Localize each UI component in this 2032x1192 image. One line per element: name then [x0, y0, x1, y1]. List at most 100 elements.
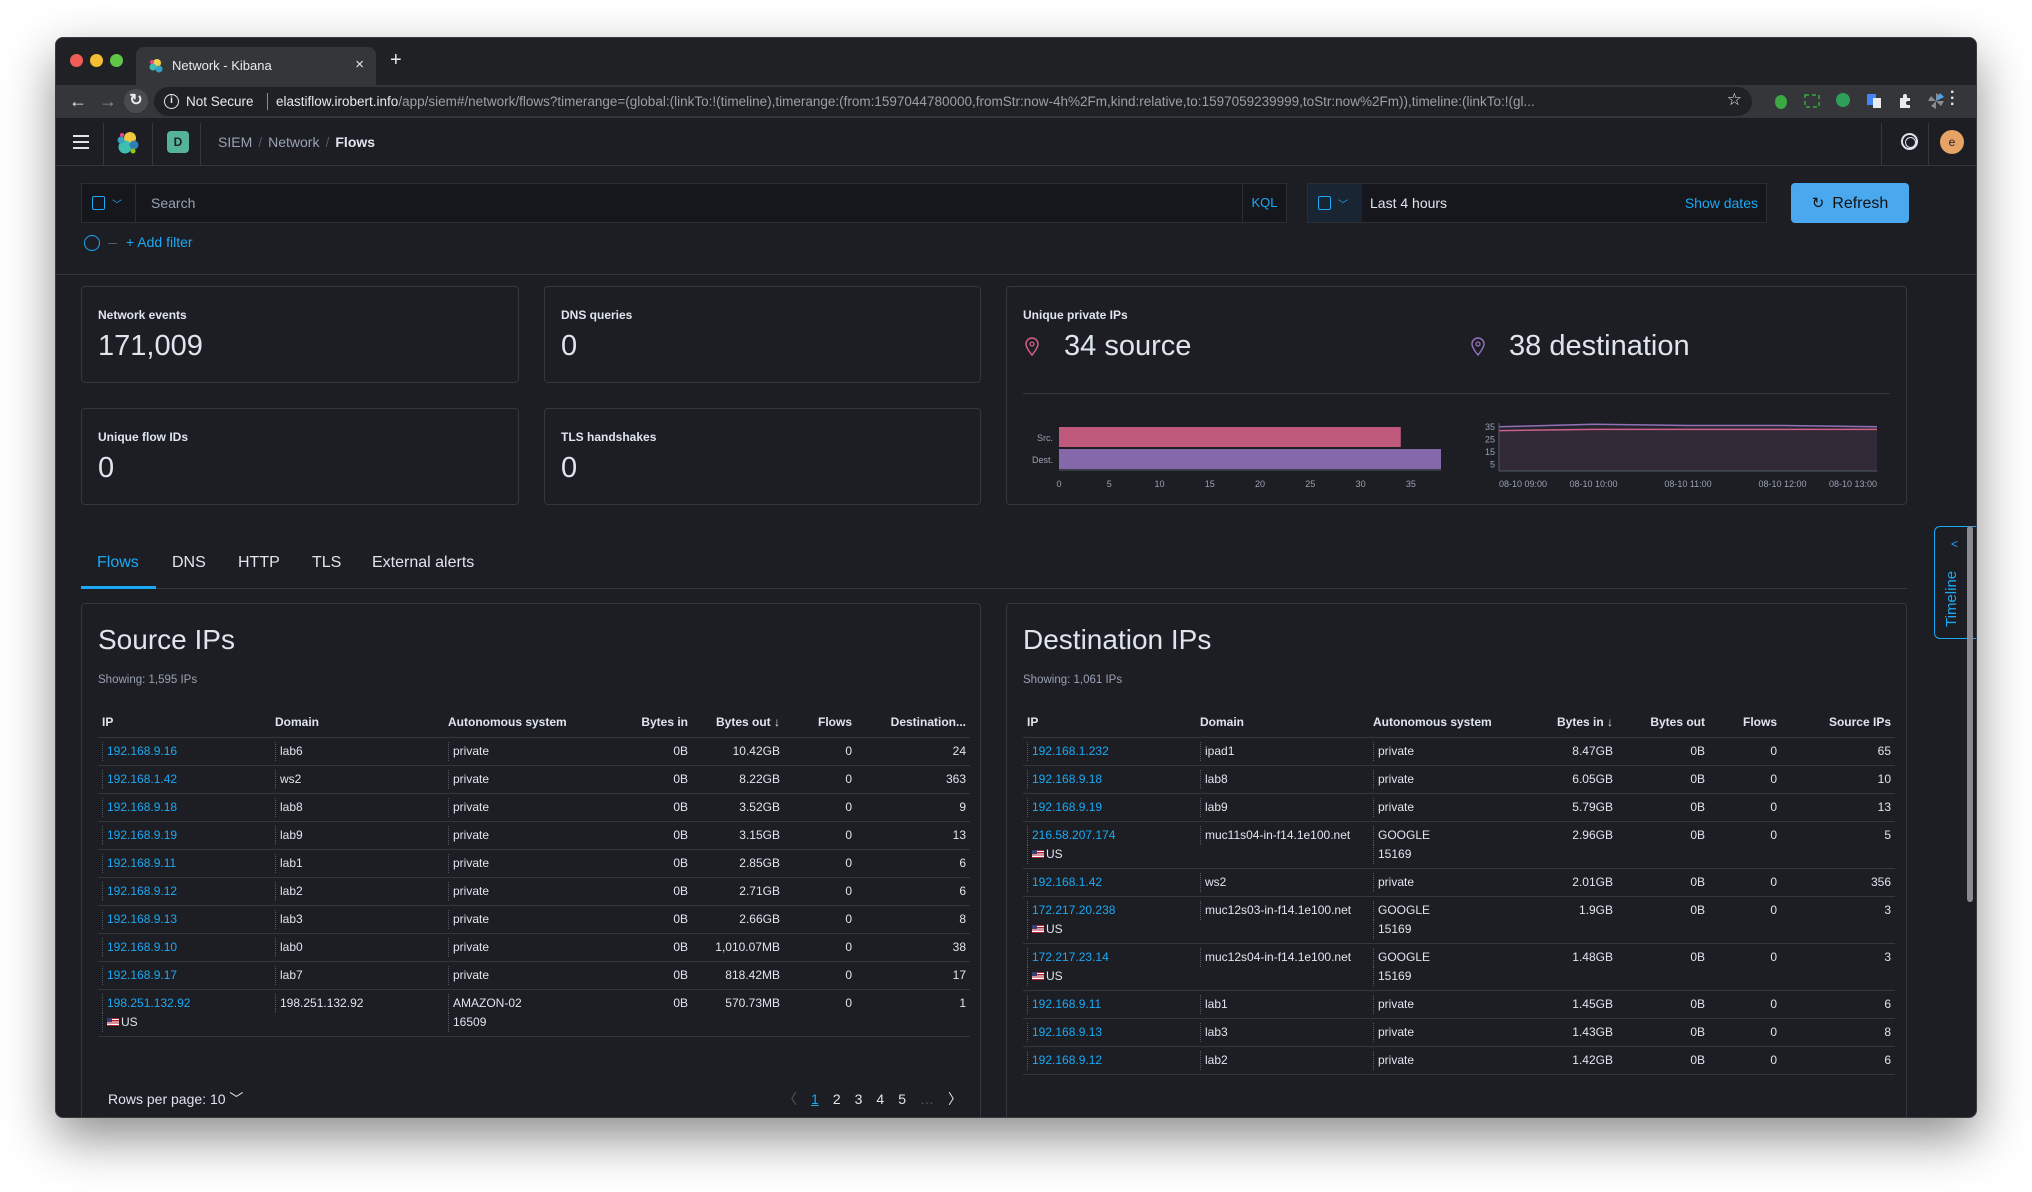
pinwheel-extension-icon[interactable]	[1927, 92, 1945, 110]
minimize-window-button[interactable]	[90, 54, 103, 67]
page-button[interactable]: 5	[898, 1091, 906, 1107]
domain-value: lab3	[1200, 1022, 1365, 1042]
filter-options-icon[interactable]	[84, 235, 100, 251]
new-tab-button[interactable]: +	[390, 49, 402, 72]
as-cell: private	[444, 877, 617, 906]
breadcrumb-siem[interactable]: SIEM	[218, 134, 252, 150]
add-filter-button[interactable]: + Add filter	[126, 234, 193, 250]
ip-link[interactable]: 192.168.9.19	[102, 825, 267, 845]
ip-link[interactable]: 192.168.9.10	[102, 937, 267, 957]
ip-link[interactable]: 192.168.9.12	[102, 881, 267, 901]
column-header[interactable]: Flows	[784, 708, 856, 738]
ip-link[interactable]: 192.168.9.16	[102, 741, 267, 761]
ip-link[interactable]: 172.217.20.238	[1027, 900, 1192, 920]
translate-extension-icon[interactable]	[1865, 92, 1883, 110]
elastic-logo-icon[interactable]	[115, 130, 141, 156]
close-tab-icon[interactable]: ×	[355, 56, 364, 73]
ip-link[interactable]: 192.168.9.13	[1027, 1022, 1192, 1042]
address-bar[interactable]: i Not Secure elastiflow.irobert.info/app…	[154, 87, 1752, 116]
user-avatar[interactable]: e	[1940, 130, 1964, 154]
bookmark-star-icon[interactable]: ☆	[1727, 90, 1742, 110]
column-header[interactable]: Bytes out	[1617, 708, 1709, 738]
column-header[interactable]: IP	[98, 708, 271, 738]
refresh-button[interactable]: ↻ Refresh	[1791, 183, 1909, 223]
breadcrumb-network[interactable]: Network	[268, 134, 319, 150]
previous-page-icon[interactable]: 〈	[783, 1089, 797, 1109]
column-header[interactable]: Destination...	[856, 708, 970, 738]
space-avatar[interactable]: D	[167, 131, 189, 153]
url-text[interactable]: elastiflow.irobert.info/app/siem#/networ…	[276, 94, 1706, 109]
close-window-button[interactable]	[70, 54, 83, 67]
ip-link[interactable]: 192.168.9.11	[102, 853, 267, 873]
browser-tab[interactable]: Network - Kibana ×	[136, 47, 376, 85]
reload-button[interactable]: ↻	[124, 89, 148, 113]
kibana-header: D SIEM / Network / Flows e	[56, 118, 1976, 166]
help-lifebuoy-icon[interactable]	[1901, 133, 1918, 150]
column-header[interactable]: IP	[1023, 708, 1196, 738]
ip-link[interactable]: 192.168.9.12	[1027, 1050, 1192, 1070]
browser-menu-icon[interactable]: · · ·	[1950, 85, 1956, 113]
ip-link[interactable]: 198.251.132.92	[102, 993, 267, 1013]
ip-link[interactable]: 192.168.9.17	[102, 965, 267, 985]
page-button[interactable]: 3	[855, 1091, 863, 1107]
menu-icon[interactable]	[73, 135, 89, 149]
ip-link[interactable]: 192.168.9.18	[102, 797, 267, 817]
column-header[interactable]: Domain	[1196, 708, 1369, 738]
ip-link[interactable]: 192.168.9.11	[1027, 994, 1192, 1014]
forward-button[interactable]: →	[96, 89, 120, 113]
bytes-out-cell: 0B	[1617, 793, 1709, 822]
page-button[interactable]: 4	[876, 1091, 884, 1107]
bar-dest	[1059, 449, 1441, 469]
ip-link[interactable]: 172.217.23.14	[1027, 947, 1192, 967]
quick-select-button[interactable]: ﹀	[1308, 184, 1362, 222]
ip-link[interactable]: 192.168.1.232	[1027, 741, 1192, 761]
ip-link[interactable]: 192.168.9.13	[102, 909, 267, 929]
ip-link[interactable]: 216.58.207.174	[1027, 825, 1192, 845]
y-tick-label: 25	[1485, 434, 1495, 444]
table-row: 192.168.9.17 lab7 private 0B 818.42MB 0 …	[98, 961, 970, 990]
bytes-out-cell: 0B	[1617, 1018, 1709, 1047]
page-scrollbar[interactable]	[1967, 526, 1973, 902]
column-header[interactable]: Flows	[1709, 708, 1781, 738]
tab-http[interactable]: HTTP	[238, 554, 280, 572]
x-tick-label: 0	[1056, 479, 1061, 489]
table-row: 192.168.9.18 lab8 private 6.05GB 0B 0 10	[1023, 765, 1895, 794]
column-header[interactable]: Bytes in ↓	[1542, 708, 1617, 738]
hangouts-extension-icon[interactable]	[1834, 92, 1852, 110]
ip-link[interactable]: 192.168.1.42	[102, 769, 267, 789]
kql-language-button[interactable]: KQL	[1242, 184, 1286, 222]
page-button[interactable]: 1	[811, 1091, 819, 1107]
column-header[interactable]: Source IPs	[1781, 708, 1895, 738]
ip-link[interactable]: 192.168.1.42	[1027, 872, 1192, 892]
rows-per-page-select[interactable]: Rows per page: 10 ﹀	[108, 1089, 243, 1109]
tab-flows[interactable]: Flows	[97, 554, 139, 572]
extensions-puzzle-icon[interactable]	[1896, 92, 1914, 110]
tab-dns[interactable]: DNS	[172, 554, 206, 572]
column-header[interactable]: Domain	[271, 708, 444, 738]
back-button[interactable]: ←	[66, 89, 90, 113]
bytes-in-cell: 1.48GB	[1542, 943, 1617, 991]
saved-query-button[interactable]: ﹀	[82, 184, 136, 222]
table-row: 192.168.9.13 lab3 private 1.43GB 0B 0 8	[1023, 1018, 1895, 1047]
column-header[interactable]: Bytes out ↓	[692, 708, 784, 738]
tab-tls[interactable]: TLS	[312, 554, 341, 572]
maximize-window-button[interactable]	[110, 54, 123, 67]
column-header[interactable]: Autonomous system	[1369, 708, 1542, 738]
evernote-extension-icon[interactable]	[1772, 92, 1790, 110]
ip-link[interactable]: 192.168.9.18	[1027, 769, 1192, 789]
search-input[interactable]	[137, 184, 1227, 222]
browser-tab-bar: Network - Kibana × +	[56, 38, 1976, 85]
info-icon[interactable]: i	[164, 94, 179, 109]
show-dates-link[interactable]: Show dates	[1685, 195, 1758, 211]
domain-cell: lab3	[271, 905, 444, 934]
date-range-label[interactable]: Last 4 hours	[1370, 195, 1447, 211]
column-header[interactable]: Bytes in	[617, 708, 692, 738]
column-header[interactable]: Autonomous system	[444, 708, 617, 738]
tab-external-alerts[interactable]: External alerts	[372, 554, 474, 572]
screenshot-extension-icon[interactable]	[1803, 92, 1821, 110]
next-page-icon[interactable]: 〉	[948, 1089, 962, 1109]
flows-cell: 0	[784, 905, 856, 934]
page-button[interactable]: 2	[833, 1091, 841, 1107]
browser-toolbar: ← → ↻ i Not Secure elastiflow.irobert.in…	[56, 85, 1976, 118]
ip-link[interactable]: 192.168.9.19	[1027, 797, 1192, 817]
